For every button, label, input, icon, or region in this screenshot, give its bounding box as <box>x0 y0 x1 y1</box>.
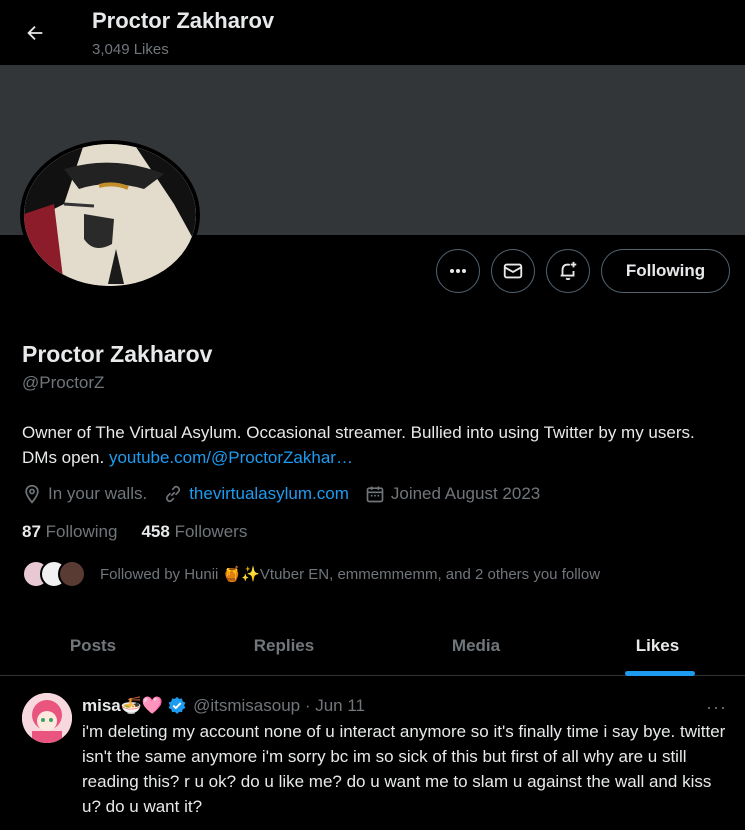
more-horizontal-icon <box>450 269 466 273</box>
notifications-button[interactable] <box>546 249 590 293</box>
followed-by[interactable]: Followed by Hunii 🍯✨Vtuber EN, emmemmemm… <box>22 558 600 590</box>
location-text: In your walls. <box>48 484 148 503</box>
website-item: thevirtualasylum.com <box>163 484 349 504</box>
following-button[interactable]: Following <box>601 249 730 293</box>
post-header: misa🍜🩷 @itsmisasoup · Jun 11 <box>82 694 365 718</box>
tab-likes[interactable]: Likes <box>570 616 745 676</box>
link-icon <box>166 485 181 503</box>
profile-bio: Owner of The Virtual Asylum. Occasional … <box>22 420 734 470</box>
back-button[interactable] <box>16 14 54 52</box>
liked-post[interactable]: misa🍜🩷 @itsmisasoup · Jun 11 ··· i'm del… <box>0 677 745 830</box>
avatar-illustration <box>24 144 196 286</box>
message-button[interactable] <box>491 249 535 293</box>
post-more-icon[interactable]: ··· <box>706 697 727 718</box>
website-link[interactable]: thevirtualasylum.com <box>189 484 349 504</box>
profile-meta: In your walls. thevirtualasylum.com Join… <box>22 482 556 506</box>
post-text: i'm deleting my account none of u intera… <box>82 722 726 816</box>
post-author-name[interactable]: misa🍜🩷 <box>82 696 163 716</box>
followers-stat[interactable]: 458 Followers <box>141 522 247 542</box>
joined-text: Joined August 2023 <box>390 484 541 503</box>
top-bar: Proctor Zakharov 3,049 Likes <box>0 0 745 65</box>
post-author-handle[interactable]: @itsmisasoup · Jun 11 <box>193 696 365 716</box>
location-item: In your walls. <box>22 484 147 504</box>
bell-plus-icon <box>560 261 577 281</box>
profile-handle: @ProctorZ <box>22 373 105 392</box>
joined-item: Joined August 2023 <box>365 484 540 504</box>
avatar-illustration <box>22 693 72 743</box>
followers-count: 458 <box>141 522 170 541</box>
tab-media[interactable]: Media <box>382 616 570 676</box>
envelope-icon <box>503 263 523 279</box>
bio-youtube-link[interactable]: youtube.com/@ProctorZakhar… <box>109 448 353 467</box>
profile-avatar[interactable] <box>20 140 200 290</box>
profile-stats: 87 Following 458 Followers <box>22 522 271 542</box>
followed-by-text: Followed by Hunii 🍯✨Vtuber EN, emmemmemm… <box>100 566 601 583</box>
verified-badge-icon <box>168 696 186 714</box>
profile-tabs: Posts Replies Media Likes <box>0 616 745 676</box>
follower-avatar <box>58 560 86 588</box>
following-label: Following <box>45 522 118 541</box>
followers-label: Followers <box>174 522 248 541</box>
calendar-icon <box>366 486 384 503</box>
following-count: 87 <box>22 522 41 541</box>
post-author-avatar[interactable] <box>22 693 72 743</box>
header-likes-count: 3,049 Likes <box>92 41 169 58</box>
tab-replies[interactable]: Replies <box>186 616 382 676</box>
following-stat[interactable]: 87 Following <box>22 522 117 542</box>
tab-posts[interactable]: Posts <box>0 616 186 676</box>
profile-name: Proctor Zakharov <box>22 341 213 367</box>
header-title: Proctor Zakharov <box>92 8 275 33</box>
arrow-left-icon <box>27 25 43 41</box>
location-pin-icon <box>25 484 39 504</box>
active-tab-indicator <box>625 671 695 676</box>
more-options-button[interactable] <box>436 249 480 293</box>
